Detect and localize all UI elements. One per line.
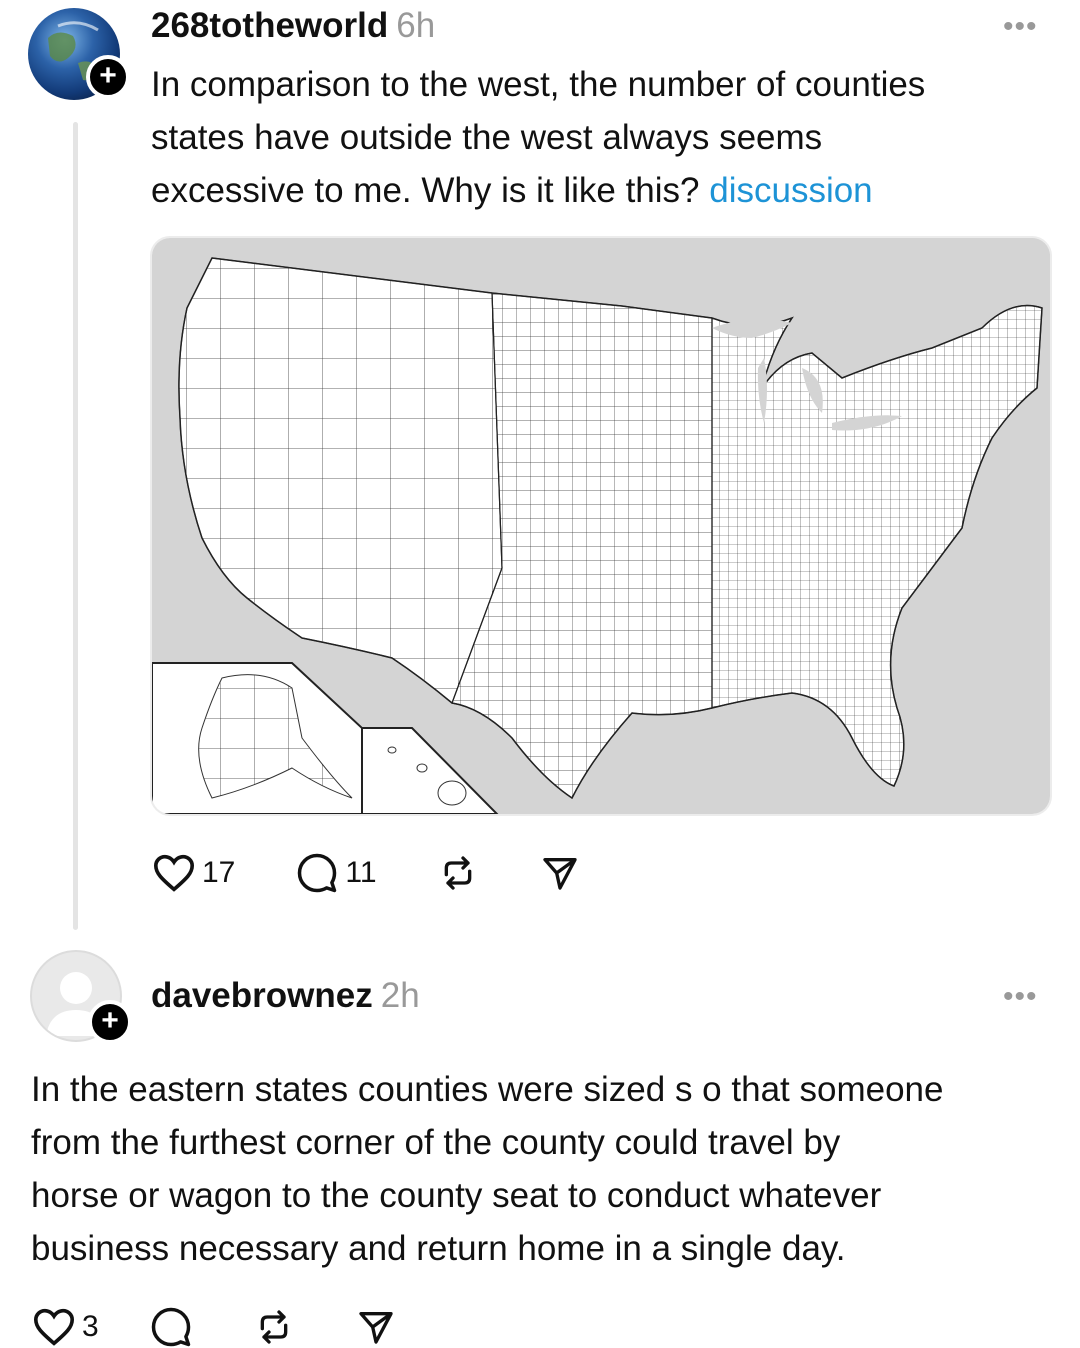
reply-count: 11 xyxy=(345,856,377,889)
reply-text-line: from the furthest corner of the county c… xyxy=(31,1123,841,1162)
repost-icon xyxy=(444,856,471,890)
reply-button[interactable] xyxy=(149,1306,193,1348)
comment-icon xyxy=(151,1307,190,1347)
like-count: 3 xyxy=(82,1310,99,1343)
post-text-line-part: excessive to me. Why is it like this? xyxy=(151,171,710,210)
repost-icon xyxy=(260,1310,288,1344)
reply-text-line: horse or wagon to the county seat to con… xyxy=(31,1176,882,1215)
post-actions: 17 11 xyxy=(152,852,641,894)
share-icon xyxy=(359,1312,393,1344)
reply-username[interactable]: davebrownez 2h xyxy=(151,976,420,1016)
post-text-line: states have outside the west always seem… xyxy=(151,118,823,157)
follow-plus-icon[interactable]: + xyxy=(88,1000,132,1044)
reply-button[interactable]: 11 xyxy=(295,852,377,894)
reply-text: In the eastern states counties were size… xyxy=(31,1063,943,1275)
heart-icon xyxy=(33,1308,75,1346)
heart-icon xyxy=(153,854,195,892)
reply-text-line: business necessary and return home in a … xyxy=(31,1229,846,1268)
repost-button[interactable] xyxy=(253,1307,295,1347)
post-image-us-county-map[interactable] xyxy=(150,236,1052,816)
post-text-line: In comparison to the west, the number of… xyxy=(151,65,926,104)
share-icon xyxy=(542,858,577,890)
post-username[interactable]: 268totheworld 6h xyxy=(151,6,435,46)
post-text: In comparison to the west, the number of… xyxy=(151,58,925,217)
post-time: 6h xyxy=(396,6,436,45)
repost-button[interactable] xyxy=(437,853,479,893)
username-text[interactable]: 268totheworld xyxy=(151,6,388,45)
like-button[interactable]: 3 xyxy=(32,1307,99,1347)
thread-line xyxy=(73,122,78,930)
share-button[interactable] xyxy=(355,1307,397,1347)
like-count: 17 xyxy=(202,856,236,889)
more-options-icon[interactable]: ••• xyxy=(1003,10,1038,44)
topic-tag-link[interactable]: discussion xyxy=(709,171,872,210)
reply-time: 2h xyxy=(380,976,420,1015)
follow-plus-icon[interactable]: + xyxy=(86,55,130,99)
share-button[interactable] xyxy=(539,853,581,893)
reply-text-line: In the eastern states counties were size… xyxy=(31,1070,944,1109)
more-options-icon[interactable]: ••• xyxy=(1003,980,1038,1014)
post-text-line: excessive to me. Why is it like this? di… xyxy=(151,164,925,217)
comment-icon xyxy=(298,853,337,893)
username-text[interactable]: davebrownez xyxy=(151,976,373,1015)
us-county-map-svg xyxy=(152,238,1050,814)
like-button[interactable]: 17 xyxy=(152,853,235,893)
reply-actions: 3 xyxy=(32,1306,457,1348)
